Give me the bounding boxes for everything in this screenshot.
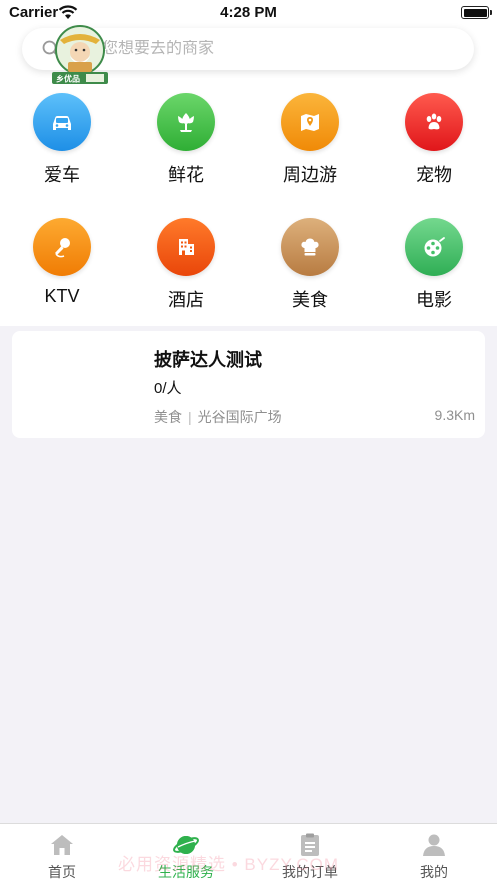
category-hotel[interactable]: 酒店 [131,218,241,312]
microphone-icon [33,218,91,276]
merchant-address: 光谷国际广场 [197,409,282,425]
tab-label: 我的订单 [282,864,338,880]
meta-separator: | [188,409,192,425]
category-ktv[interactable]: KTV [7,218,117,307]
film-reel-icon [405,218,463,276]
map-icon [281,93,339,151]
category-label: 爱车 [44,165,80,185]
tab-life-services[interactable]: 生活服务 [124,824,248,883]
tab-home[interactable]: 首页 [0,824,124,883]
tab-bar: 首页 生活服务 我的订单 我的 [0,823,497,883]
category-label: 酒店 [168,290,204,310]
category-food[interactable]: 美食 [255,218,365,312]
tab-label: 首页 [48,864,76,880]
user-icon [423,834,445,856]
paw-icon [405,93,463,151]
chef-hat-icon [281,218,339,276]
category-flowers[interactable]: 鲜花 [131,93,241,187]
merchant-title: 披萨达人测试 [154,350,262,370]
category-label: 电影 [416,290,452,310]
merchant-category: 美食 [154,409,182,425]
clipboard-icon [301,833,319,856]
category-pets[interactable]: 宠物 [379,93,489,187]
category-grid: 爱车 鲜花 周边游 宠物 KTV 酒店 美食 电影 [0,78,497,326]
merchant-count: 0/人 [154,380,182,397]
flower-icon [157,93,215,151]
building-icon [157,218,215,276]
category-label: 鲜花 [168,165,204,185]
tab-label: 生活服务 [158,864,214,880]
merchant-distance: 9.3Km [434,407,475,423]
category-car[interactable]: 爱车 [7,93,117,187]
category-label: 宠物 [416,165,452,185]
tab-label: 我的 [420,864,448,880]
category-label: 美食 [292,290,328,310]
logo-text: 乡优品 [56,74,80,84]
home-icon [51,835,73,855]
tab-my-orders[interactable]: 我的订单 [248,824,372,883]
merchant-meta: 美食 | 光谷国际广场 [154,407,282,427]
merchant-logo: 乡优品 [52,25,108,84]
category-label: KTV [44,286,80,306]
car-icon [33,93,91,151]
category-nearby-travel[interactable]: 周边游 [255,93,365,187]
category-label: 周边游 [283,165,337,185]
category-movies[interactable]: 电影 [379,218,489,312]
status-time: 4:28 PM [220,4,277,21]
battery-icon [461,6,492,19]
tab-mine[interactable]: 我的 [372,824,496,883]
search-input[interactable] [70,40,450,58]
planet-icon [173,836,199,854]
